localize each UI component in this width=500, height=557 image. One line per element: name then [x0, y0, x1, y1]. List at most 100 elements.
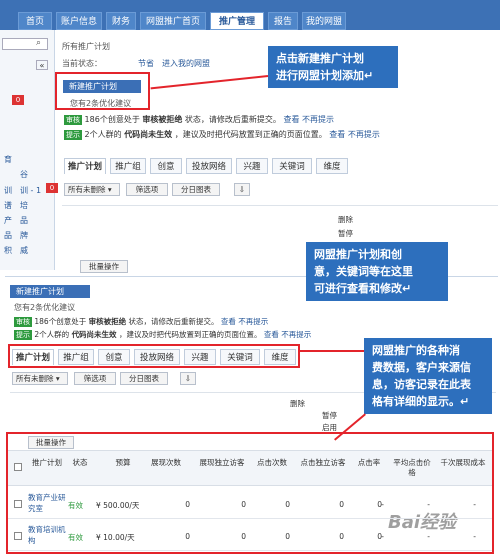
sidebar-badge: 0: [12, 95, 24, 105]
plan-name-link[interactable]: 教育产业研究室: [28, 492, 68, 514]
subtab[interactable]: 关键词: [220, 349, 260, 365]
filter-select-label: 所有未删除: [68, 185, 106, 194]
column-header[interactable]: 推广计划: [28, 458, 66, 468]
subtab[interactable]: 推广组: [110, 158, 146, 174]
subtab[interactable]: 推广计划: [64, 158, 106, 174]
status-link[interactable]: 进入我的网盟: [162, 58, 210, 69]
grid-label: 删除: [290, 399, 305, 408]
status-label: 当前状态：: [62, 59, 102, 68]
subtab[interactable]: 创意: [150, 158, 182, 174]
row-divider: [8, 550, 492, 551]
batch-operation-button[interactable]: 批量操作: [28, 436, 74, 449]
nav-tab[interactable]: 账户信息: [56, 12, 102, 30]
sidebar-item[interactable]: 育: [4, 155, 12, 165]
sidebar-item[interactable]: 训 - 1: [20, 186, 41, 196]
row-checkbox[interactable]: [14, 532, 22, 540]
sidebar-item[interactable]: 品: [4, 231, 12, 241]
sidebar-item[interactable]: 训: [4, 186, 12, 196]
sidebar-item[interactable]: 品: [20, 216, 28, 226]
subtab[interactable]: 维度: [316, 158, 348, 174]
notice-view-link[interactable]: 查看: [283, 115, 299, 124]
column-header[interactable]: 展现独立访客: [196, 458, 248, 468]
subtab[interactable]: 关键词: [272, 158, 312, 174]
batch-operation-button[interactable]: 批量操作: [80, 260, 128, 273]
nav-tab[interactable]: 推广管理: [210, 12, 264, 30]
new-plan-button[interactable]: 新建推广计划: [10, 285, 90, 298]
filter-select[interactable]: 所有未删除 ▾: [12, 372, 68, 385]
notice-text: 186个创意处于: [34, 317, 87, 326]
download-icon[interactable]: ⇩: [234, 183, 250, 196]
button-label: 新建推广计划: [69, 82, 117, 91]
select-all-checkbox[interactable]: [14, 463, 22, 471]
daily-chart-button[interactable]: 分日图表: [120, 372, 168, 385]
sidebar-item[interactable]: 谷: [20, 170, 28, 180]
nav-tab[interactable]: 网盟推广首页: [140, 12, 206, 30]
notice-text: 2个人群的: [84, 130, 122, 139]
subtab[interactable]: 兴趣: [236, 158, 268, 174]
new-plan-button[interactable]: 新建推广计划: [63, 80, 141, 93]
sidebar-item[interactable]: 牌: [20, 231, 28, 241]
nav-tab[interactable]: 财务: [106, 12, 136, 30]
notice-dismiss-link[interactable]: 不再提示: [238, 317, 268, 326]
notice-view-link[interactable]: 查看: [329, 130, 345, 139]
filter-button[interactable]: 筛选项: [126, 183, 168, 196]
subtab[interactable]: 创意: [98, 349, 130, 365]
cell-value: 0: [185, 532, 190, 541]
sidebar-search-input[interactable]: [2, 38, 48, 50]
column-header[interactable]: 点击次数: [250, 458, 294, 468]
subtab[interactable]: 推广计划: [12, 349, 54, 365]
cell-value: -: [473, 500, 476, 509]
optimize-tip[interactable]: 您有2条优化建议: [70, 98, 131, 109]
search-icon[interactable]: ⌕: [36, 38, 41, 48]
notice-bold: 审核被拒绝: [142, 115, 183, 124]
sidebar-item[interactable]: 积: [4, 246, 12, 256]
subtab[interactable]: 投放网络: [134, 349, 180, 365]
sidebar-item[interactable]: 培: [20, 201, 28, 211]
notice-badge: 审核: [64, 115, 82, 125]
optimize-tip[interactable]: 您有2条优化建议: [14, 302, 75, 313]
collapse-icon[interactable]: «: [36, 60, 48, 70]
column-header[interactable]: 点击率: [350, 458, 388, 468]
filter-button[interactable]: 筛选项: [74, 372, 116, 385]
row-checkbox[interactable]: [14, 500, 22, 508]
download-icon[interactable]: ⇩: [180, 372, 196, 385]
nav-tab[interactable]: 报告: [268, 12, 298, 30]
row-divider: [8, 518, 492, 519]
notice-row: 审核 186个创意处于 审核被拒绝 状态，请修改后重新提交。 查看 不再提示: [64, 114, 394, 126]
callout-box: 点击新建推广计划 进行网盟计划添加↵: [268, 46, 398, 88]
notice-view-link[interactable]: 查看: [221, 317, 236, 326]
column-header[interactable]: 千次展现成本: [436, 458, 490, 468]
notice-dismiss-link[interactable]: 不再提示: [302, 115, 334, 124]
column-header[interactable]: 预算: [108, 458, 138, 468]
nav-tab[interactable]: 我的网盟: [302, 12, 346, 30]
subtab[interactable]: 投放网络: [186, 158, 232, 174]
cell-value: -: [473, 532, 476, 541]
filter-select[interactable]: 所有未删除 ▾: [64, 183, 120, 196]
subtab[interactable]: 兴趣: [184, 349, 216, 365]
status-link[interactable]: 节省: [138, 58, 154, 69]
notice-badge: 提示: [64, 130, 82, 140]
notice-dismiss-link[interactable]: 不再提示: [348, 130, 380, 139]
divider: [62, 205, 498, 206]
column-header[interactable]: 平均点击价格: [390, 458, 434, 478]
plan-name-link[interactable]: 教育培训机构: [28, 524, 68, 546]
sidebar-item[interactable]: 谱: [4, 201, 12, 211]
callout-arrow: [298, 350, 364, 352]
sidebar-item[interactable]: 产: [4, 216, 12, 226]
notice-view-link[interactable]: 查看: [264, 330, 279, 339]
column-header[interactable]: 状态: [68, 458, 92, 468]
notice-bold: 审核被拒绝: [88, 317, 127, 326]
subtab[interactable]: 推广组: [58, 349, 94, 365]
cell-value: 0: [339, 532, 344, 541]
budget-value: ¥ 500.00/天: [96, 501, 140, 510]
sidebar-badge: 0: [46, 183, 58, 193]
callout-box: 网盟推广计划和创 意，关键词等在这里 可进行查看和修改↵: [306, 242, 448, 301]
subtab[interactable]: 维度: [264, 349, 296, 365]
nav-tab[interactable]: 首页: [18, 12, 52, 30]
notice-dismiss-link[interactable]: 不再提示: [281, 330, 311, 339]
notice-bold: 代码尚未生效: [71, 330, 117, 339]
column-header[interactable]: 点击独立访客: [298, 458, 348, 468]
column-header[interactable]: 展现次数: [140, 458, 192, 468]
sidebar-item[interactable]: 威: [20, 246, 28, 256]
daily-chart-button[interactable]: 分日图表: [172, 183, 220, 196]
